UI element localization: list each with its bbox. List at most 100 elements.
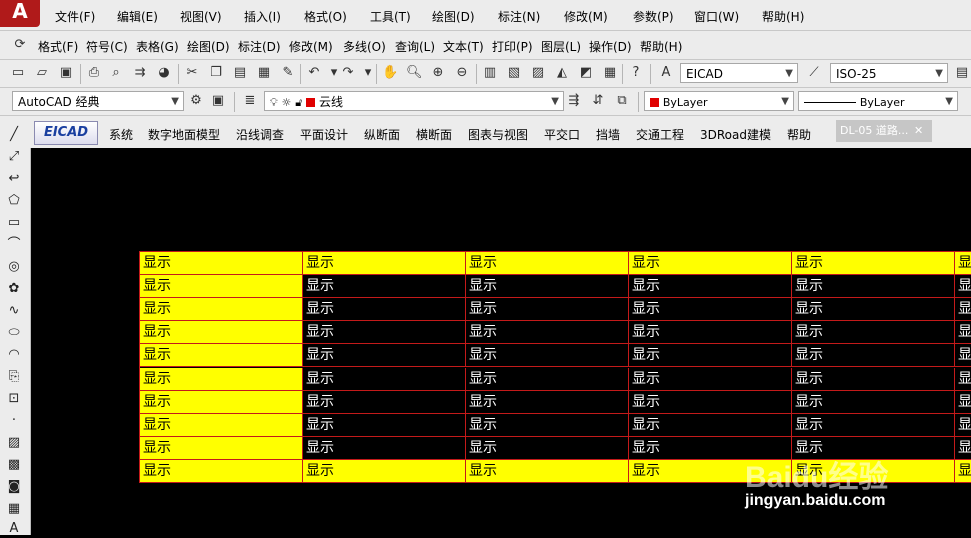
- classic-menu-item[interactable]: 图层(L): [541, 38, 581, 55]
- hatch-icon[interactable]: ▨: [5, 434, 23, 452]
- eicad-menu-item[interactable]: 帮助: [787, 126, 811, 143]
- layer-select[interactable]: 💡︎ ☼ 🔓︎ 云线 ▼: [264, 91, 564, 111]
- classic-menu-item[interactable]: 查询(L): [395, 38, 435, 55]
- table-cell[interactable]: 显示: [629, 367, 792, 391]
- table-cell[interactable]: 显示: [629, 275, 792, 299]
- block-editor-icon[interactable]: ✎: [280, 65, 296, 81]
- table-cell[interactable]: 显示: [955, 413, 971, 437]
- save-icon[interactable]: ▣: [58, 65, 74, 81]
- table-cell[interactable]: 显示: [955, 344, 971, 368]
- insert-block-icon[interactable]: ⎘: [5, 368, 23, 386]
- print-preview-icon[interactable]: ⌕: [108, 65, 124, 81]
- classic-menu-item[interactable]: 标注(D): [238, 38, 281, 55]
- table-cell[interactable]: 显示: [629, 390, 792, 414]
- classic-menu-item[interactable]: 绘图(D): [187, 38, 230, 55]
- text-style-icon[interactable]: A: [658, 65, 674, 81]
- table-cell[interactable]: 显示: [466, 321, 629, 345]
- zoom-window-icon[interactable]: ⊕: [430, 65, 446, 81]
- menu-item[interactable]: 标注(N): [498, 8, 540, 25]
- table-cell[interactable]: 显示: [303, 436, 466, 460]
- table-cell[interactable]: 显示: [466, 344, 629, 368]
- menu-item[interactable]: 文件(F): [55, 8, 95, 25]
- new-file-icon[interactable]: ▭: [10, 65, 26, 81]
- table-cell[interactable]: 显示: [303, 275, 466, 299]
- eicad-menu-item[interactable]: 图表与视图: [468, 126, 528, 143]
- table-cell[interactable]: 显示: [303, 413, 466, 437]
- copy-icon[interactable]: ❐: [208, 65, 224, 81]
- table-cell[interactable]: 显示: [140, 321, 303, 345]
- classic-menu-item[interactable]: 多线(O): [343, 38, 386, 55]
- ellipse-icon[interactable]: ⬭: [5, 324, 23, 342]
- eicad-menu-item[interactable]: 数字地面模型: [148, 126, 220, 143]
- classic-menu-item[interactable]: 修改(M): [289, 38, 333, 55]
- table-icon[interactable]: ▦: [5, 500, 23, 518]
- dimension-style-icon[interactable]: ⟋: [806, 65, 822, 81]
- undo-icon[interactable]: ↶: [306, 65, 322, 81]
- table-cell[interactable]: 显示: [629, 298, 792, 322]
- table-cell[interactable]: 显示: [955, 367, 971, 391]
- arc-icon[interactable]: ⌒: [5, 236, 23, 254]
- table-cell[interactable]: 显示: [140, 436, 303, 460]
- classic-menu-item[interactable]: 操作(D): [589, 38, 632, 55]
- menu-item[interactable]: 编辑(E): [117, 8, 158, 25]
- menu-item[interactable]: 参数(P): [633, 8, 674, 25]
- eicad-menu-item[interactable]: 平交口: [544, 126, 580, 143]
- table-cell[interactable]: 显示: [466, 390, 629, 414]
- table-cell[interactable]: 显示: [140, 413, 303, 437]
- layer-previous-icon[interactable]: ⇵: [590, 93, 606, 109]
- table-cell[interactable]: 显示: [466, 436, 629, 460]
- table-cell[interactable]: 显示: [140, 344, 303, 368]
- drawing-table[interactable]: 显示显示显示显示显示显示显示显示显示显示显示显示显示显示显示显示显示显示显示显示…: [139, 251, 971, 483]
- eicad-menu-item[interactable]: 挡墙: [596, 126, 620, 143]
- redo-icon[interactable]: ↷: [340, 65, 356, 81]
- line-icon[interactable]: ╱: [5, 126, 23, 144]
- make-block-icon[interactable]: ⊡: [5, 390, 23, 408]
- dimension-style-select[interactable]: ISO-25 ▼: [830, 63, 948, 83]
- table-cell[interactable]: 显示: [629, 252, 792, 275]
- table-cell[interactable]: 显示: [792, 275, 955, 299]
- markup-icon[interactable]: ◩: [578, 65, 594, 81]
- menu-item[interactable]: 工具(T): [370, 8, 411, 25]
- menu-item[interactable]: 修改(M): [564, 8, 608, 25]
- match-properties-icon[interactable]: ▦: [256, 65, 272, 81]
- table-cell[interactable]: 显示: [466, 367, 629, 391]
- table-cell[interactable]: 显示: [140, 252, 303, 275]
- table-cell[interactable]: 显示: [303, 367, 466, 391]
- menu-item[interactable]: 帮助(H): [762, 8, 804, 25]
- polygon-icon[interactable]: ⬠: [5, 192, 23, 210]
- table-cell[interactable]: 显示: [466, 413, 629, 437]
- classic-menu-item[interactable]: 表格(G): [136, 38, 179, 55]
- classic-menu-item[interactable]: 打印(P): [492, 38, 533, 55]
- table-cell[interactable]: 显示: [955, 390, 971, 414]
- save-workspace-icon[interactable]: ▣: [210, 93, 226, 109]
- ellipse-arc-icon[interactable]: ◠: [5, 346, 23, 364]
- text-style-select[interactable]: EICAD ▼: [680, 63, 798, 83]
- close-icon[interactable]: ✕: [914, 120, 928, 142]
- zoom-realtime-icon[interactable]: 🔍︎: [406, 65, 423, 81]
- publish-icon[interactable]: ⇉: [132, 65, 148, 81]
- menu-item[interactable]: 绘图(D): [432, 8, 475, 25]
- table-cell[interactable]: 显示: [303, 459, 466, 483]
- layer-manager-icon[interactable]: ≣: [242, 93, 258, 109]
- table-cell[interactable]: 显示: [303, 390, 466, 414]
- paste-icon[interactable]: ▤: [232, 65, 248, 81]
- table-cell[interactable]: 显示: [466, 298, 629, 322]
- eicad-menu-item[interactable]: 沿线调查: [236, 126, 284, 143]
- table-cell[interactable]: 显示: [140, 390, 303, 414]
- point-icon[interactable]: ·: [5, 412, 23, 430]
- menu-item[interactable]: 视图(V): [180, 8, 222, 25]
- eicad-menu-item[interactable]: 横断面: [416, 126, 452, 143]
- eicad-menu-item[interactable]: 交通工程: [636, 126, 684, 143]
- table-cell[interactable]: 显示: [955, 275, 971, 299]
- eicad-menu-item[interactable]: 系统: [109, 126, 133, 143]
- multiline-text-icon[interactable]: A: [5, 520, 23, 538]
- properties-icon[interactable]: ▥: [482, 65, 498, 81]
- calculator-icon[interactable]: ▦: [602, 65, 618, 81]
- table-cell[interactable]: 显示: [466, 275, 629, 299]
- table-cell[interactable]: 显示: [140, 275, 303, 299]
- table-cell[interactable]: 显示: [140, 459, 303, 483]
- table-cell[interactable]: 显示: [955, 298, 971, 322]
- spline-icon[interactable]: ∿: [5, 302, 23, 320]
- eicad-menu-item[interactable]: 3DRoad建模: [700, 126, 771, 143]
- table-cell[interactable]: 显示: [955, 252, 971, 275]
